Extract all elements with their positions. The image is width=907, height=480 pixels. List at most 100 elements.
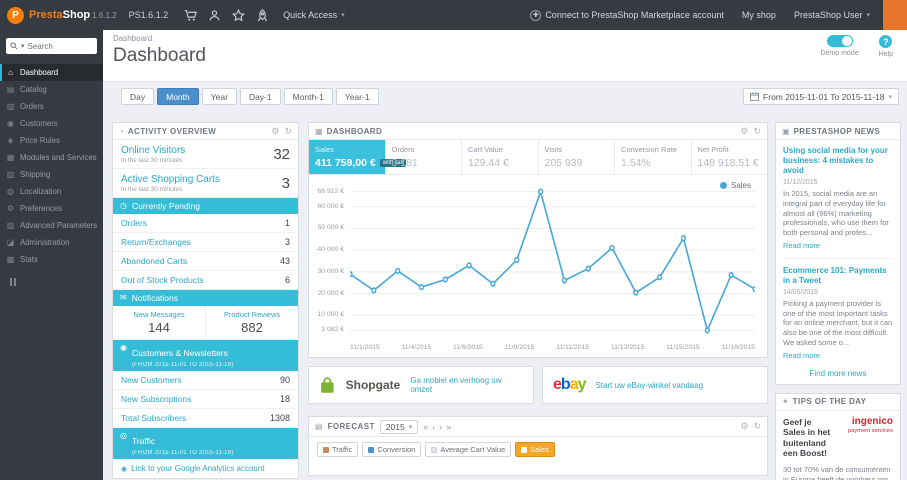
- next-page-button[interactable]: ›: [439, 422, 442, 432]
- date-range-label: From 2015-11-01 To 2015-11-18: [763, 91, 885, 102]
- date-filter-bar: Day Month Year Day-1 Month-1 Year-1: [121, 88, 379, 105]
- user-menu[interactable]: PrestaShop User ▾: [794, 10, 870, 20]
- my-shop-link[interactable]: My shop: [742, 10, 776, 20]
- refresh-icon[interactable]: ↻: [284, 126, 292, 137]
- sidebar-item-orders[interactable]: ▥ Orders: [0, 98, 103, 115]
- demo-mode-label: Demo mode: [820, 50, 859, 57]
- active-carts-block[interactable]: Active Shopping Carts in the last 30 min…: [113, 169, 298, 198]
- star-icon[interactable]: [226, 0, 250, 30]
- sales-point: [657, 274, 663, 281]
- sidebar-item-shipping[interactable]: ▧ Shipping: [0, 166, 103, 183]
- chart-legend[interactable]: Sales: [719, 181, 751, 190]
- search-scope-caret-icon[interactable]: ▾: [21, 42, 25, 50]
- help-icon[interactable]: ?: [879, 35, 893, 48]
- app-logo[interactable]: PrestaShop 1.6.1.2: [29, 9, 117, 21]
- legend-sales-chip[interactable]: Sales: [515, 442, 555, 457]
- online-visitors-label: Online Visitors: [121, 145, 186, 156]
- sales-point: [728, 271, 734, 279]
- kpi-net-profit[interactable]: Net Profit 148 918,51 €: [692, 140, 768, 174]
- chart-y-tick: 3 082 €: [321, 326, 344, 334]
- sidebar-item-price-rules[interactable]: ◈ Price Rules: [0, 132, 103, 149]
- kpi-cart-value[interactable]: Cart Value 129,44 €: [462, 140, 539, 174]
- price-rules-icon: ◈: [7, 136, 14, 145]
- read-more-link[interactable]: Read more: [783, 241, 893, 250]
- online-visitors-block[interactable]: Online Visitors in the last 30 minutes 3…: [113, 140, 298, 169]
- sales-point: [752, 286, 755, 293]
- read-more-link[interactable]: Read more: [783, 351, 893, 360]
- demo-mode-toggle[interactable]: [826, 35, 853, 47]
- shopgate-promo[interactable]: Shopgate Ga mobiel en verhoog uw omzet: [308, 366, 534, 404]
- gear-icon[interactable]: ⚙: [740, 126, 748, 137]
- sidebar-item-stats[interactable]: ▩ Stats: [0, 251, 103, 268]
- product-reviews-block[interactable]: Product Reviews 882: [205, 306, 298, 339]
- new-messages-block[interactable]: New Messages 144: [113, 306, 205, 339]
- user-avatar[interactable]: [883, 0, 907, 30]
- out-of-stock-link[interactable]: Out of Stock Products: [121, 275, 204, 285]
- analytics-row: ◉ Link to your Google Analytics account: [113, 459, 298, 478]
- last-page-button[interactable]: »: [446, 422, 451, 432]
- customers-icon: ◉: [7, 119, 14, 128]
- pending-orders-link[interactable]: Orders: [121, 218, 147, 228]
- sidebar-item-customers[interactable]: ◉ Customers: [0, 115, 103, 132]
- refresh-icon[interactable]: ↻: [753, 421, 761, 432]
- rocket-icon[interactable]: [250, 0, 274, 30]
- sidebar-item-dashboard[interactable]: ⌂ Dashboard: [0, 64, 103, 81]
- filter-year-button[interactable]: Year: [201, 88, 237, 105]
- localization-icon: ◍: [7, 187, 14, 196]
- ebay-link[interactable]: Start uw eBay-winkel vandaag: [596, 381, 704, 390]
- chart-x-tick: 11/13/2015: [610, 344, 645, 351]
- sidebar-search[interactable]: ▾: [6, 38, 97, 54]
- kpi-orders[interactable]: Orders 3 181: [386, 140, 462, 174]
- forecast-year-select[interactable]: 2015 ▾: [379, 419, 419, 434]
- chart-y-axis: 66 912 € 60 000 € 50 000 € 40 000 € 30 000 €…: [313, 187, 346, 335]
- chevron-down-icon: ▾: [341, 12, 345, 19]
- administration-icon: ◪: [6, 238, 15, 247]
- search-input[interactable]: [27, 41, 80, 51]
- news-headline-link[interactable]: Using social media for your business: 4 …: [783, 146, 893, 176]
- google-analytics-link[interactable]: Link to your Google Analytics account: [131, 464, 264, 473]
- marketplace-link[interactable]: ✚ Connect to PrestaShop Marketplace accou…: [530, 9, 724, 21]
- news-headline-link[interactable]: Ecommerce 101: Payments in a Tweet: [783, 266, 893, 286]
- kpi-visits[interactable]: Visits 205 939: [539, 140, 615, 174]
- find-more-news-link[interactable]: Find more news: [783, 369, 893, 378]
- legend-conversion-chip[interactable]: Conversion: [362, 442, 422, 457]
- gear-icon[interactable]: ⚙: [740, 421, 748, 432]
- filter-month-button[interactable]: Month: [157, 88, 199, 105]
- gear-icon[interactable]: ⚙: [271, 126, 279, 137]
- total-subscribers-link[interactable]: Total Subscribers: [121, 413, 186, 423]
- filter-month-1-button[interactable]: Month-1: [283, 88, 333, 105]
- kpi-conversion-rate[interactable]: Conversion Rate 1.54%: [615, 140, 692, 174]
- sidebar-item-administration[interactable]: ◪ Administration: [0, 234, 103, 251]
- abandoned-carts-link[interactable]: Abandoned Carts: [121, 256, 187, 266]
- sidebar-item-modules[interactable]: ▦ Modules and Services: [0, 149, 103, 166]
- cart-icon[interactable]: [178, 0, 202, 30]
- sidebar-collapse-button[interactable]: [10, 278, 103, 286]
- catalog-icon: ▤: [6, 85, 15, 94]
- first-page-button[interactable]: «: [423, 422, 428, 432]
- filter-day-1-button[interactable]: Day-1: [239, 88, 281, 105]
- prev-page-button[interactable]: ‹: [432, 422, 435, 432]
- filter-day-button[interactable]: Day: [121, 88, 155, 105]
- kpi-sales[interactable]: Sales 411 759,00 € with tax: [309, 140, 407, 174]
- sales-point: [371, 287, 377, 294]
- shopgate-link[interactable]: Ga mobiel en verhoog uw omzet: [410, 376, 523, 394]
- legend-traffic-chip[interactable]: Traffic: [317, 442, 359, 457]
- refresh-icon[interactable]: ↻: [753, 126, 761, 137]
- sidebar-item-advanced-parameters[interactable]: ▨ Advanced Parameters: [0, 217, 103, 234]
- sidebar-item-preferences[interactable]: ⚙ Preferences: [0, 200, 103, 217]
- quick-access-menu[interactable]: Quick Access ▾: [283, 10, 345, 20]
- kpi-value: 205 939: [544, 157, 583, 169]
- date-range-picker[interactable]: From 2015-11-01 To 2015-11-18 ▾: [743, 88, 899, 105]
- sidebar-item-localization[interactable]: ◍ Localization: [0, 183, 103, 200]
- prestashop-logo-icon[interactable]: P: [7, 6, 24, 24]
- ebay-promo[interactable]: ebay Start uw eBay-winkel vandaag: [542, 366, 768, 404]
- news-column: ▣ PRESTASHOP NEWS Using social media for…: [775, 122, 901, 480]
- filter-year-1-button[interactable]: Year-1: [335, 88, 379, 105]
- new-subscriptions-link[interactable]: New Subscriptions: [121, 394, 191, 404]
- returns-value: 3: [284, 237, 290, 247]
- returns-link[interactable]: Return/Exchanges: [121, 237, 191, 247]
- customer-icon[interactable]: [202, 0, 226, 30]
- sidebar-item-catalog[interactable]: ▤ Catalog: [0, 81, 103, 98]
- legend-average-cart-value-chip[interactable]: Average Cart Value: [425, 442, 512, 457]
- new-customers-link[interactable]: New Customers: [121, 375, 181, 385]
